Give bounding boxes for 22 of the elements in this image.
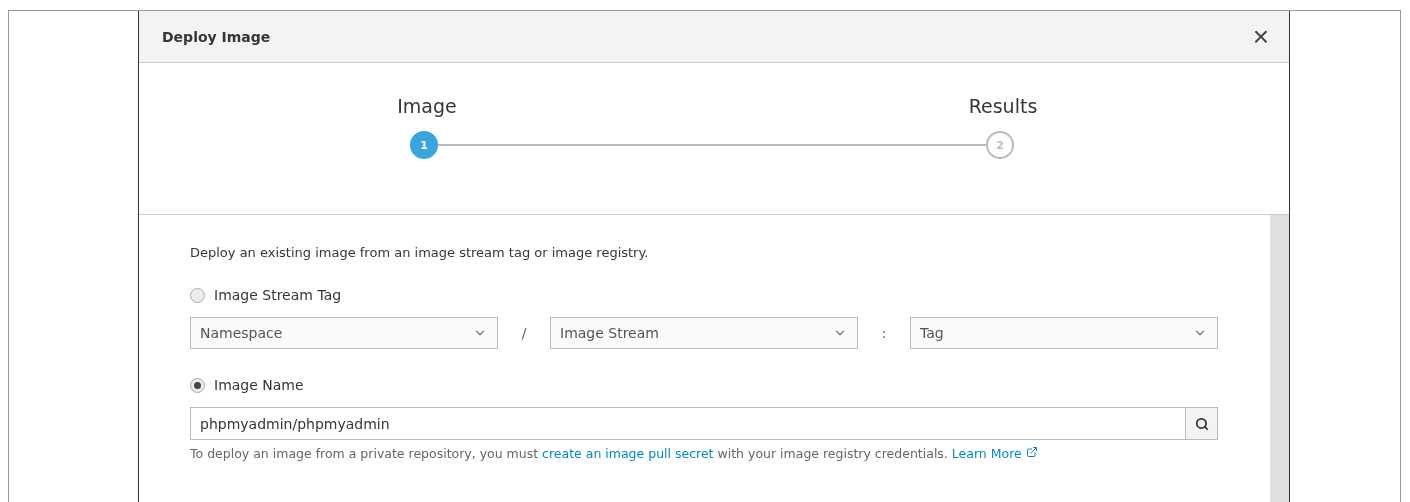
learn-more-link[interactable]: Learn More [951,446,1038,461]
select-field[interactable]: Namespace [190,317,498,349]
separator-text: / [520,325,528,341]
separator-text: : [880,325,888,341]
image-name-field[interactable]: phpmyadmin/phpmyadmin [190,407,1185,440]
select-field[interactable]: Image Stream [550,317,858,349]
step-label: Image [396,95,458,117]
scrollbar[interactable] [1270,215,1289,502]
search-icon [1194,416,1209,431]
intro-text: Deploy an existing image from an image stream tag or image registry. [190,245,650,260]
radio-button[interactable] [190,377,205,393]
help-text: To deploy an image from a private repository, you must create an image pull secret with your image registry credentials. Learn More [190,446,1270,461]
radio-button[interactable] [190,287,205,303]
select-field[interactable]: Tag [910,317,1218,349]
radio-label: Image Name [214,377,304,393]
radio-label: Image Stream Tag [214,287,342,303]
search-button[interactable] [1185,407,1218,440]
close-button[interactable]: × [1252,22,1269,51]
pull-secret-link[interactable]: create an image pull secret [542,446,714,461]
dialog-title: Deploy Image [162,28,271,45]
external-link-icon [1025,446,1038,458]
step-label: Results [967,95,1039,117]
